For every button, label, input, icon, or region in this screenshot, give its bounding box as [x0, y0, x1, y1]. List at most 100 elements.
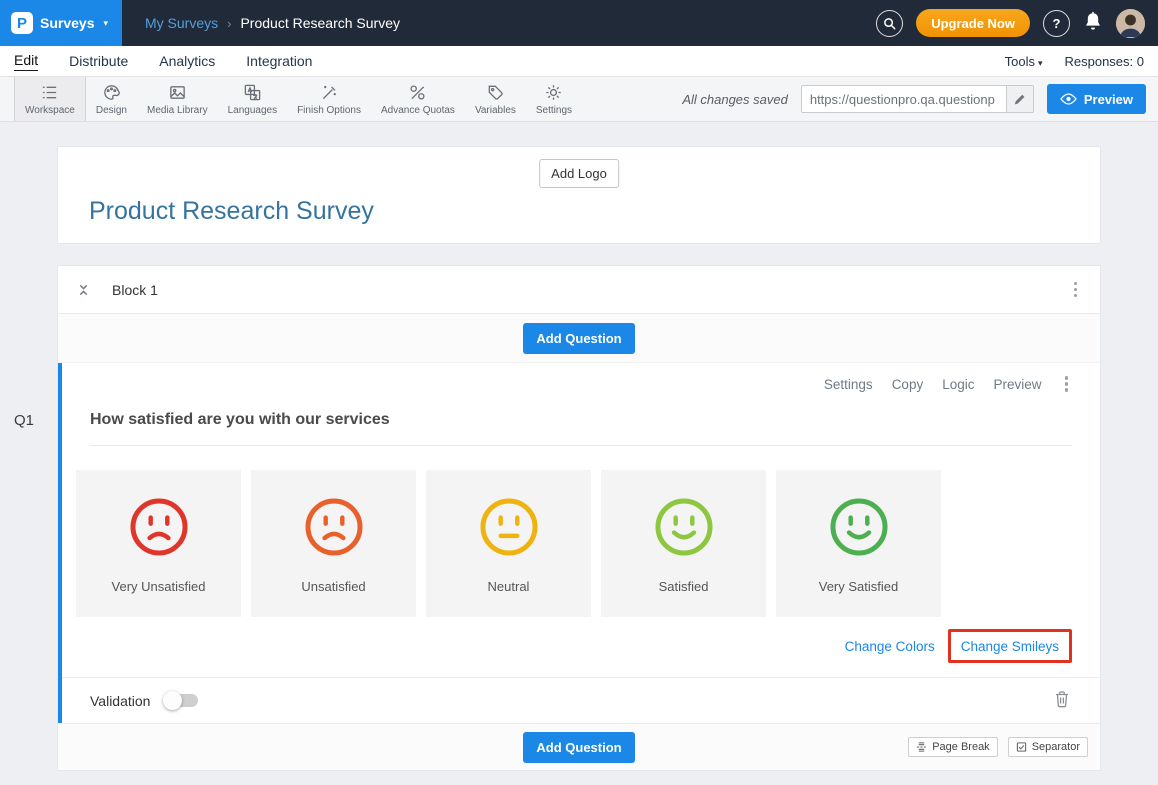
block-menu-button[interactable] [1070, 278, 1082, 302]
toolbar-finish-options[interactable]: Finish Options [287, 77, 371, 121]
question-text[interactable]: How satisfied are you with our services [90, 411, 1072, 446]
toolbar-advance-quotas[interactable]: Advance Quotas [371, 77, 465, 121]
collapse-icon [77, 283, 90, 297]
option-label: Satisfied [659, 579, 709, 594]
tools-menu[interactable]: Tools▾ [1005, 54, 1043, 69]
add-question-button-bottom[interactable]: Add Question [523, 732, 634, 763]
separator-button[interactable]: Separator [1008, 737, 1088, 757]
question-menu-button[interactable] [1061, 372, 1073, 396]
breadcrumb-current-survey: Product Research Survey [240, 15, 400, 31]
media-library-icon [168, 83, 187, 102]
question-copy-link[interactable]: Copy [892, 377, 924, 392]
footer-buttons: Page Break Separator [908, 737, 1088, 757]
toolbar-languages[interactable]: Languages [218, 77, 288, 121]
bell-icon [1083, 11, 1103, 33]
toolbar-media-library[interactable]: Media Library [137, 77, 218, 121]
toolbar-right: All changes saved Preview [682, 77, 1158, 121]
edit-url-button[interactable] [1006, 86, 1033, 112]
question-id-label: Q1 [14, 412, 34, 429]
surveys-menu-label: Surveys [40, 15, 94, 31]
chevron-down-icon: ▾ [1038, 58, 1043, 68]
block-title[interactable]: Block 1 [112, 282, 158, 298]
question-logic-link[interactable]: Logic [942, 377, 974, 392]
variables-icon [486, 83, 505, 102]
header-actions: Upgrade Now ? [876, 9, 1158, 38]
smile-smiley-icon [653, 496, 715, 558]
option-label: Unsatisfied [301, 579, 365, 594]
questionpro-logo-icon: P [11, 12, 33, 34]
question-actions: Settings Copy Logic Preview [62, 375, 1100, 393]
option-label: Very Satisfied [819, 579, 899, 594]
finish-options-icon [320, 83, 339, 102]
delete-question-button[interactable] [1052, 688, 1072, 713]
toolbar-design[interactable]: Design [86, 77, 137, 121]
chevron-down-icon: ▾ [103, 18, 108, 29]
validation-toggle[interactable] [165, 694, 198, 707]
nav-tabs: Edit Distribute Analytics Integration [14, 46, 312, 76]
notifications-button[interactable] [1083, 11, 1103, 36]
toolbar-workspace[interactable]: Workspace [14, 77, 86, 121]
tab-integration[interactable]: Integration [246, 46, 312, 76]
collapse-block-button[interactable] [77, 283, 90, 297]
upgrade-now-button[interactable]: Upgrade Now [916, 9, 1030, 37]
breadcrumb-my-surveys[interactable]: My Surveys [145, 15, 218, 31]
nav-right: Tools▾ Responses: 0 [1005, 54, 1144, 69]
settings-icon [544, 83, 563, 102]
app-header: P Surveys ▾ My Surveys › Product Researc… [0, 0, 1158, 46]
frown-smiley-icon [128, 496, 190, 558]
option-label: Very Unsatisfied [112, 579, 206, 594]
responses-count[interactable]: Responses: 0 [1065, 54, 1145, 69]
smiley-option-neutral[interactable]: Neutral [426, 470, 591, 617]
block-card: Block 1 Add Question Settings Copy Logic… [57, 265, 1101, 771]
validation-label: Validation [90, 693, 150, 709]
separator-icon [1016, 741, 1027, 753]
smiley-options: Very Unsatisfied Unsatisfied [76, 470, 1100, 617]
page-break-button[interactable]: Page Break [908, 737, 997, 757]
pencil-icon [1013, 93, 1026, 106]
block-header: Block 1 [58, 266, 1100, 314]
advance-quotas-icon [408, 83, 427, 102]
toolbar-variables[interactable]: Variables [465, 77, 526, 121]
search-icon [883, 17, 896, 30]
languages-icon [243, 83, 262, 102]
change-smileys-link[interactable]: Change Smileys [961, 639, 1059, 654]
page-break-icon [916, 741, 927, 753]
avatar-photo [1116, 9, 1145, 38]
change-colors-link[interactable]: Change Colors [845, 639, 935, 654]
add-question-row-top: Add Question [58, 314, 1100, 363]
survey-url-input[interactable] [802, 86, 1006, 112]
design-icon [102, 83, 121, 102]
smiley-option-unsatisfied[interactable]: Unsatisfied [251, 470, 416, 617]
tab-analytics[interactable]: Analytics [159, 46, 215, 76]
smiley-option-satisfied[interactable]: Satisfied [601, 470, 766, 617]
question-preview-link[interactable]: Preview [993, 377, 1041, 392]
frown-smiley-icon [303, 496, 365, 558]
section-nav: Edit Distribute Analytics Integration To… [0, 46, 1158, 77]
search-button[interactable] [876, 10, 903, 37]
breadcrumb-separator-icon: › [227, 16, 231, 31]
add-question-button-top[interactable]: Add Question [523, 323, 634, 354]
survey-canvas: Add Logo Product Research Survey Block 1… [0, 122, 1158, 771]
workspace-icon [40, 83, 59, 102]
user-avatar[interactable] [1116, 9, 1145, 38]
eye-icon [1060, 93, 1077, 105]
smiley-settings-row: Change Colors Change Smileys [62, 629, 1072, 663]
survey-title[interactable]: Product Research Survey [89, 197, 374, 226]
preview-button[interactable]: Preview [1047, 84, 1146, 114]
block-footer: Add Question Page Break Separator [58, 723, 1100, 770]
add-logo-button[interactable]: Add Logo [539, 159, 619, 188]
tab-distribute[interactable]: Distribute [69, 46, 128, 76]
question-settings-link[interactable]: Settings [824, 377, 873, 392]
surveys-menu[interactable]: P Surveys ▾ [0, 0, 122, 46]
smiley-option-very-unsatisfied[interactable]: Very Unsatisfied [76, 470, 241, 617]
survey-url-box [801, 85, 1034, 113]
option-label: Neutral [488, 579, 530, 594]
toolbar-settings[interactable]: Settings [526, 77, 582, 121]
neutral-smiley-icon [478, 496, 540, 558]
smiley-option-very-satisfied[interactable]: Very Satisfied [776, 470, 941, 617]
tab-edit[interactable]: Edit [14, 46, 38, 76]
help-button[interactable]: ? [1043, 10, 1070, 37]
change-smileys-highlight-box: Change Smileys [948, 629, 1072, 663]
question-mark-icon: ? [1053, 16, 1061, 31]
survey-header-card: Add Logo Product Research Survey [57, 146, 1101, 244]
